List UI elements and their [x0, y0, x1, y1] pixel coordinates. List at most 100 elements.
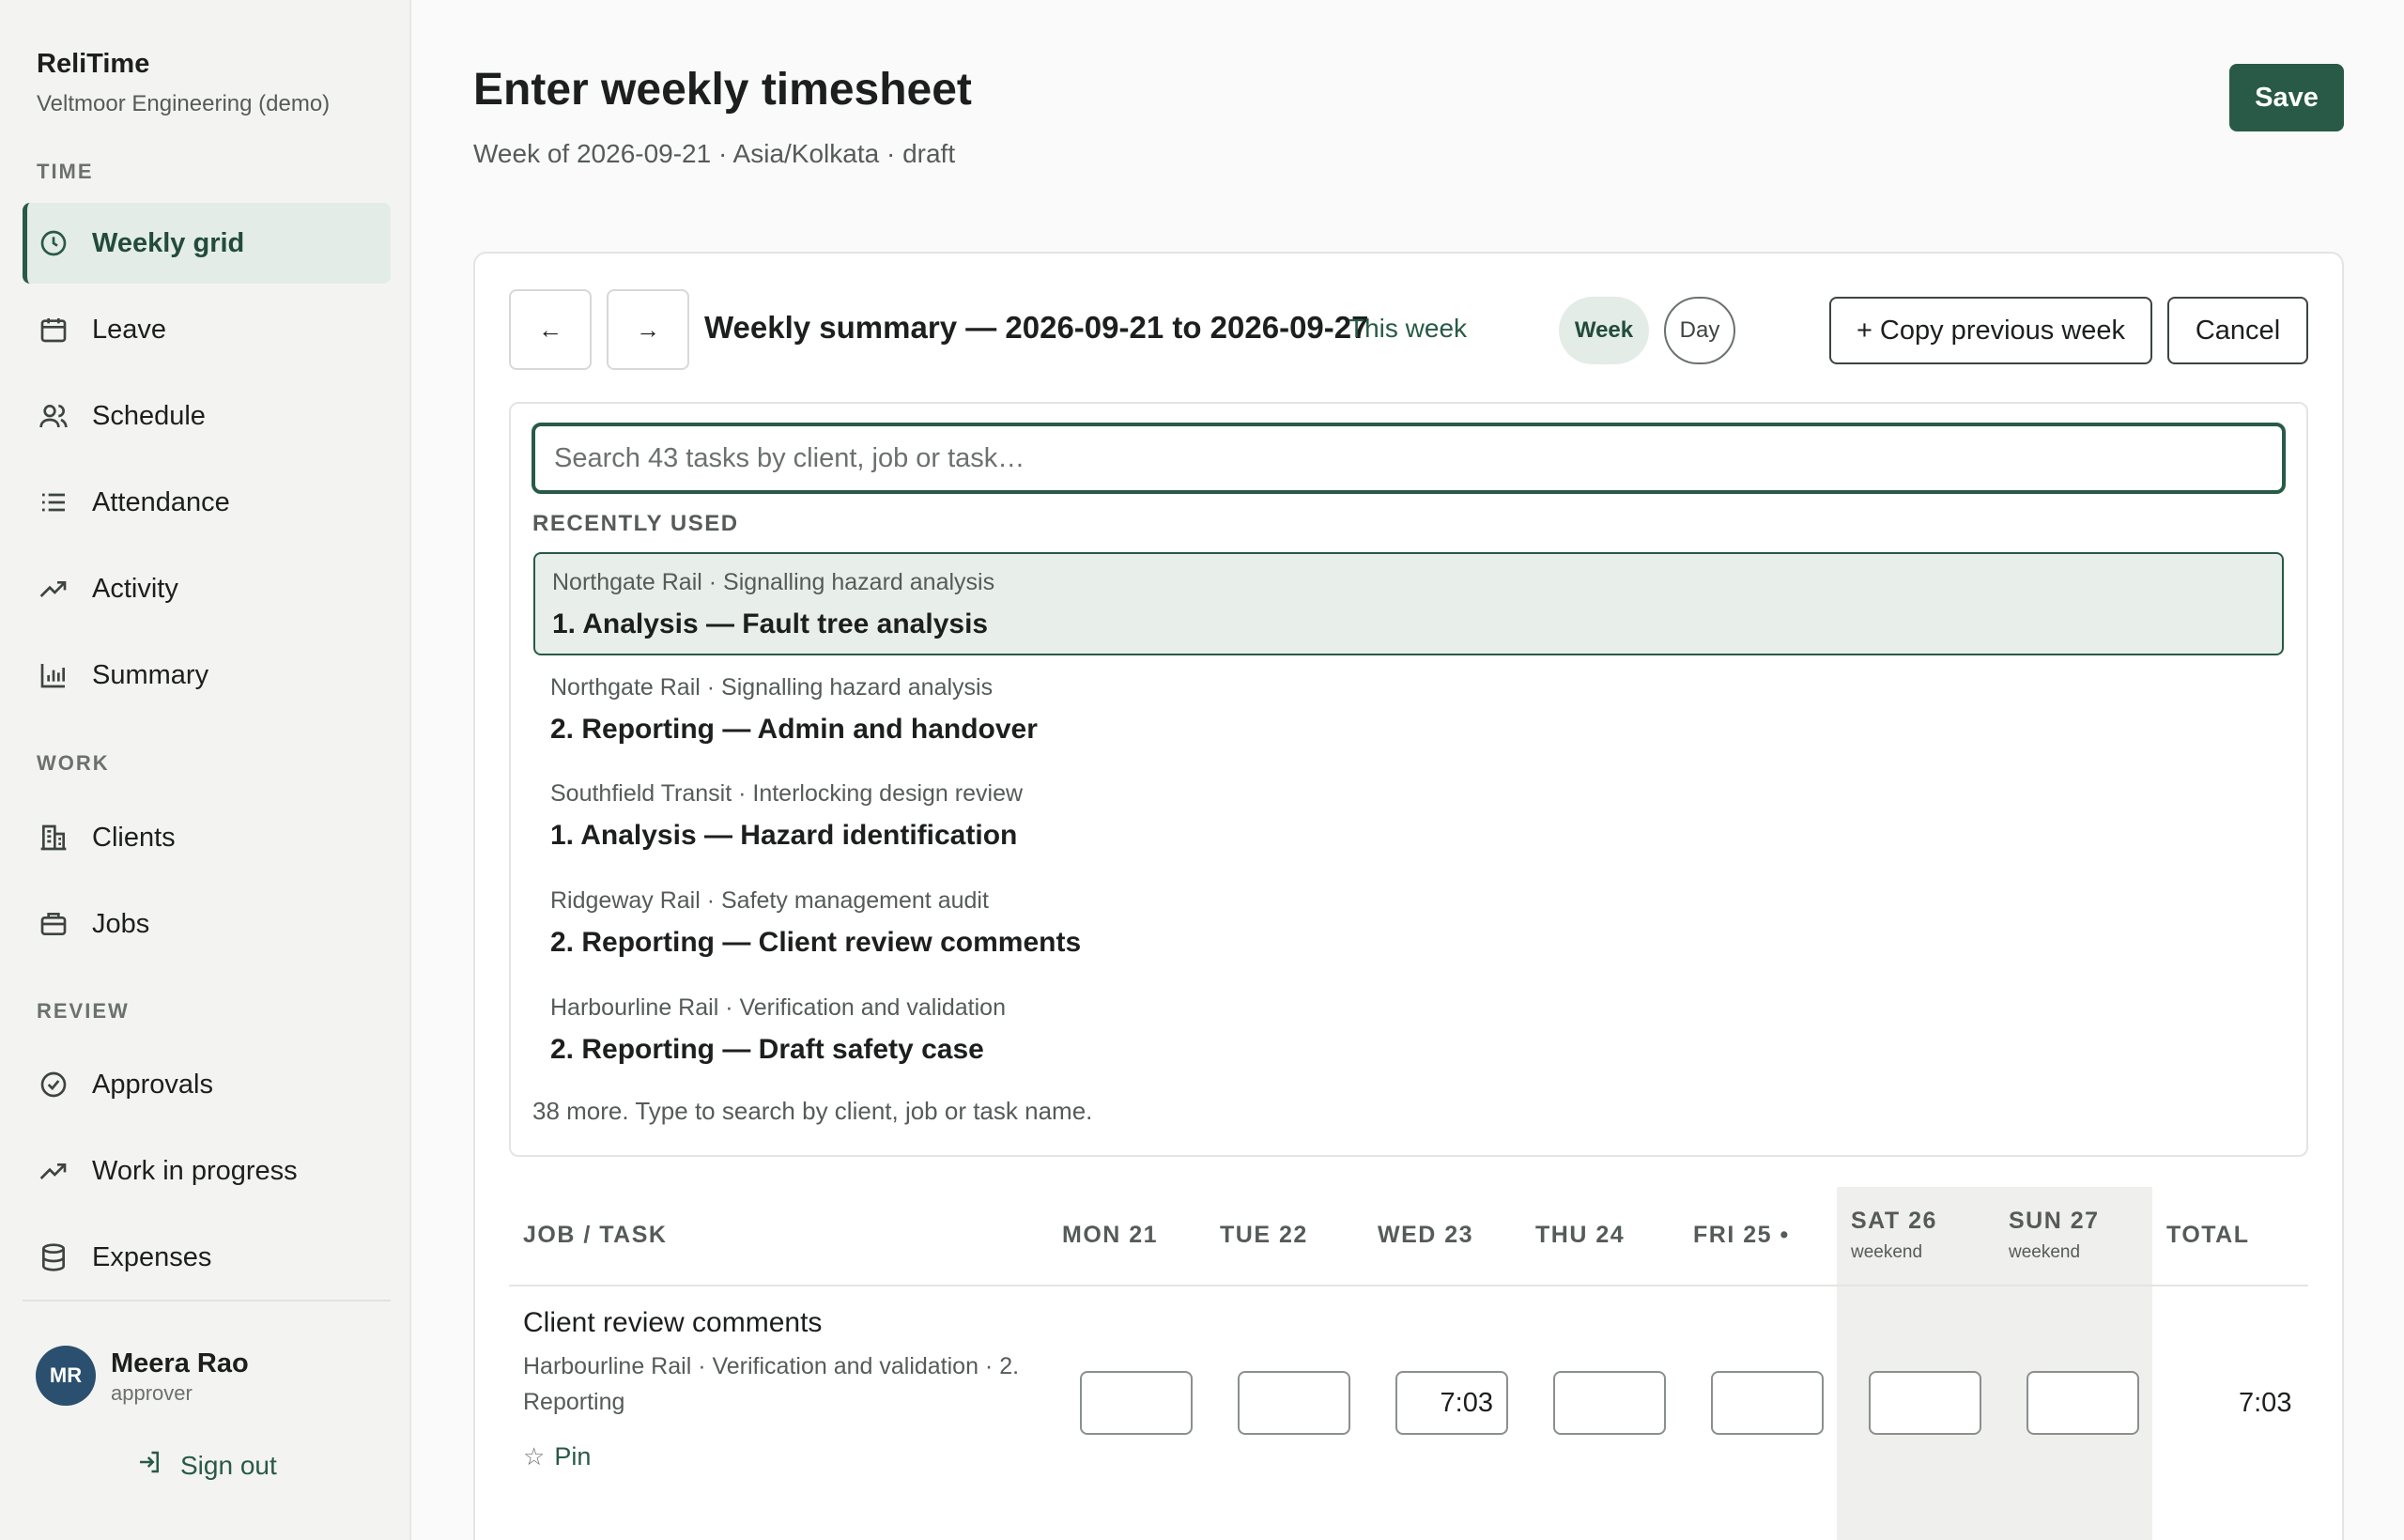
sidebar-item-label: Expenses	[92, 1241, 212, 1272]
sidebar-item-label: Attendance	[92, 486, 230, 517]
copy-previous-week-button[interactable]: + Copy previous week	[1829, 297, 2152, 364]
column-header-tue: TUE 22	[1220, 1222, 1308, 1248]
sidebar-item-expenses[interactable]: Expenses	[23, 1217, 391, 1298]
sidebar-item-activity[interactable]: Activity	[23, 548, 391, 629]
hours-input-mon[interactable]	[1080, 1371, 1193, 1435]
previous-week-button[interactable]: ←	[509, 289, 592, 370]
task-search-input[interactable]	[532, 423, 2286, 494]
column-header-sun: SUN 27	[2009, 1208, 2100, 1234]
task-option-name: 1. Analysis — Fault tree analysis	[552, 608, 989, 639]
pin-label: Pin	[554, 1442, 592, 1471]
task-option-meta: Harbourline Rail · Verification and vali…	[550, 994, 1006, 1021]
sidebar-item-approvals[interactable]: Approvals	[23, 1044, 391, 1125]
sidebar-item-label: Weekly grid	[92, 227, 245, 258]
column-header-mon: MON 21	[1062, 1222, 1159, 1248]
hours-input-tue[interactable]	[1238, 1371, 1350, 1435]
sign-out-label: Sign out	[180, 1450, 277, 1480]
user-role: approver	[111, 1381, 193, 1405]
next-week-button[interactable]: →	[607, 289, 689, 370]
task-option-meta: Northgate Rail · Signalling hazard analy…	[552, 569, 995, 595]
pin-button[interactable]: ☆ Pin	[523, 1442, 591, 1471]
trend-icon	[38, 1155, 69, 1187]
task-option[interactable]: Northgate Rail · Signalling hazard analy…	[533, 659, 2284, 762]
sidebar-item-attendance[interactable]: Attendance	[23, 462, 391, 543]
clock-icon	[38, 227, 69, 259]
hours-input-thu[interactable]	[1553, 1371, 1666, 1435]
sidebar: ReliTime Veltmoor Engineering (demo) TIM…	[0, 0, 411, 1540]
weekend-label: weekend	[2009, 1242, 2081, 1262]
hours-input-sun[interactable]	[2026, 1371, 2139, 1435]
view-week-toggle[interactable]: Week	[1559, 297, 1649, 364]
hours-input-fri[interactable]	[1711, 1371, 1824, 1435]
sidebar-item-leave[interactable]: Leave	[23, 289, 391, 370]
org-name: Veltmoor Engineering (demo)	[37, 91, 331, 116]
sidebar-item-label: Clients	[92, 822, 176, 853]
users-icon	[38, 400, 69, 432]
sidebar-item-label: Summary	[92, 659, 209, 690]
column-header-total: TOTAL	[2166, 1222, 2250, 1248]
list-icon	[38, 486, 69, 518]
timesheet-row-meta: Harbourline Rail · Verification and vali…	[523, 1353, 1020, 1415]
page-title: Enter weekly timesheet	[473, 65, 972, 115]
trend-icon	[38, 573, 69, 605]
weekend-label: weekend	[1851, 1242, 1923, 1262]
task-option-meta: Southfield Transit · Interlocking design…	[550, 780, 1024, 807]
recently-used-label: RECENTLY USED	[532, 511, 739, 536]
task-option-name: 1. Analysis — Hazard identification	[550, 820, 1018, 851]
sidebar-item-weekly-grid[interactable]: Weekly grid	[23, 203, 391, 284]
section-label-work: WORK	[37, 751, 110, 775]
sidebar-item-summary[interactable]: Summary	[23, 635, 391, 716]
sidebar-item-label: Activity	[92, 573, 178, 604]
sidebar-divider	[23, 1300, 391, 1301]
task-option-name: 2. Reporting — Admin and handover	[550, 714, 1038, 745]
column-header-thu: THU 24	[1535, 1222, 1626, 1248]
task-option[interactable]: Harbourline Rail · Verification and vali…	[533, 979, 2284, 1083]
row-total: 7:03	[2239, 1388, 2292, 1418]
building-icon	[38, 822, 69, 854]
week-title: Weekly summary — 2026-09-21 to 2026-09-2…	[704, 310, 1369, 345]
app-name: ReliTime	[37, 49, 150, 79]
more-tasks-note: 38 more. Type to search by client, job o…	[532, 1097, 1093, 1125]
sidebar-item-label: Leave	[92, 314, 167, 345]
save-button[interactable]: Save	[2229, 64, 2344, 131]
sidebar-item-jobs[interactable]: Jobs	[23, 884, 391, 964]
calendar-icon	[38, 314, 69, 346]
sidebar-item-schedule[interactable]: Schedule	[23, 376, 391, 456]
sign-out-button[interactable]: Sign out	[135, 1448, 277, 1483]
weekend-column-shade	[1837, 1187, 2152, 1540]
task-option-name: 2. Reporting — Client review comments	[550, 927, 1082, 958]
section-label-time: TIME	[37, 160, 94, 183]
database-icon	[38, 1241, 69, 1273]
cancel-button[interactable]: Cancel	[2167, 297, 2308, 364]
sidebar-item-work-in-progress[interactable]: Work in progress	[23, 1131, 391, 1211]
briefcase-icon	[38, 908, 69, 940]
avatar: MR	[36, 1346, 96, 1406]
task-option[interactable]: Southfield Transit · Interlocking design…	[533, 765, 2284, 869]
bar-chart-icon	[38, 659, 69, 691]
sidebar-item-label: Work in progress	[92, 1155, 298, 1186]
column-header-wed: WED 23	[1378, 1222, 1474, 1248]
column-header-sat: SAT 26	[1851, 1208, 1937, 1234]
sign-out-icon	[135, 1448, 180, 1483]
check-circle-icon	[38, 1069, 69, 1101]
view-day-toggle[interactable]: Day	[1664, 297, 1735, 364]
sidebar-item-label: Jobs	[92, 908, 150, 939]
column-header-fri: FRI 25 •	[1693, 1222, 1790, 1248]
task-option[interactable]: Ridgeway Rail · Safety management audit …	[533, 872, 2284, 976]
task-option-meta: Ridgeway Rail · Safety management audit	[550, 887, 989, 914]
sidebar-item-clients[interactable]: Clients	[23, 797, 391, 878]
this-week-link[interactable]: This week	[1348, 314, 1467, 344]
hours-input-wed[interactable]	[1395, 1371, 1508, 1435]
page-subtitle: Week of 2026-09-21 · Asia/Kolkata · draf…	[473, 139, 956, 168]
star-icon: ☆	[523, 1442, 546, 1471]
sidebar-item-label: Schedule	[92, 400, 206, 431]
task-option-name: 2. Reporting — Draft safety case	[550, 1034, 984, 1065]
grid-header-divider	[509, 1285, 2308, 1286]
section-label-review: REVIEW	[37, 999, 130, 1023]
hours-input-sat[interactable]	[1869, 1371, 1981, 1435]
sidebar-item-label: Approvals	[92, 1069, 213, 1100]
task-option[interactable]: Northgate Rail · Signalling hazard analy…	[533, 552, 2284, 655]
timesheet-row-title: Client review comments	[523, 1307, 823, 1338]
task-option-meta: Northgate Rail · Signalling hazard analy…	[550, 674, 994, 701]
column-header-task: JOB / TASK	[523, 1222, 668, 1248]
